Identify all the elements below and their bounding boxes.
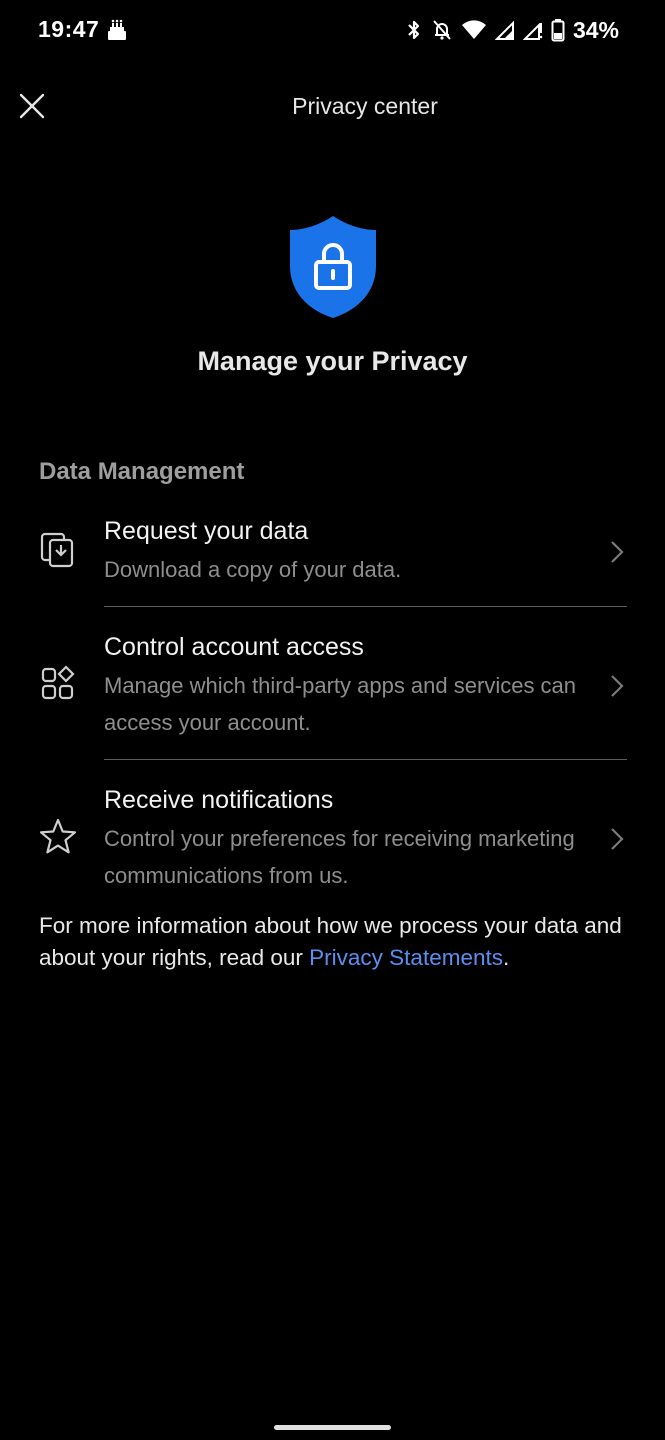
status-bar: 19:47 34%: [0, 0, 665, 60]
divider: [104, 606, 627, 607]
section-heading: Data Management: [39, 458, 245, 485]
receive-notifications-text: Receive notifications Control your prefe…: [104, 783, 599, 894]
item-title: Receive notifications: [104, 786, 334, 814]
receive-notifications-item[interactable]: Receive notifications Control your prefe…: [0, 781, 665, 901]
app-bar: Privacy center: [0, 70, 665, 142]
notifications-off-icon: [433, 20, 451, 40]
request-data-item[interactable]: Request your data Download a copy of you…: [0, 512, 665, 607]
cellular-signal-2-icon: [522, 22, 543, 40]
status-time: 19:47: [38, 16, 100, 42]
page-title: Privacy center: [292, 93, 438, 119]
item-subtitle: Control your preferences for receiving m…: [104, 826, 575, 888]
cake-icon: [108, 19, 126, 40]
item-title: Control account access: [104, 633, 364, 661]
chevron-right-icon: [611, 541, 624, 563]
cellular-signal-icon: [494, 20, 514, 40]
item-subtitle: Download a copy of your data.: [104, 557, 402, 582]
hero-title: Manage your Privacy: [197, 346, 468, 376]
wifi-icon: [461, 20, 486, 39]
status-icons: 34%: [405, 16, 619, 44]
item-title: Request your data: [104, 517, 309, 545]
battery-percent: 34%: [572, 16, 619, 43]
shield-lock-icon: [290, 216, 376, 318]
privacy-statements-link[interactable]: Privacy Statements: [309, 945, 503, 970]
star-icon: [39, 818, 77, 854]
bluetooth-icon: [408, 20, 420, 40]
control-access-item[interactable]: Control account access Manage which thir…: [0, 628, 665, 760]
item-subtitle: Manage which third-party apps and servic…: [104, 673, 577, 735]
battery-icon: [551, 19, 565, 42]
footer-text-after: .: [502, 945, 510, 970]
privacy-info-text: For more information about how we proces…: [39, 910, 629, 974]
chevron-right-icon: [611, 828, 624, 850]
chevron-right-icon: [611, 675, 624, 697]
control-access-text: Control account access Manage which thir…: [104, 630, 599, 741]
divider: [104, 759, 627, 760]
data-export-icon: [40, 532, 74, 568]
home-indicator[interactable]: [274, 1425, 391, 1430]
apps-grid-icon: [41, 665, 75, 700]
request-data-text: Request your data Download a copy of you…: [104, 514, 599, 588]
